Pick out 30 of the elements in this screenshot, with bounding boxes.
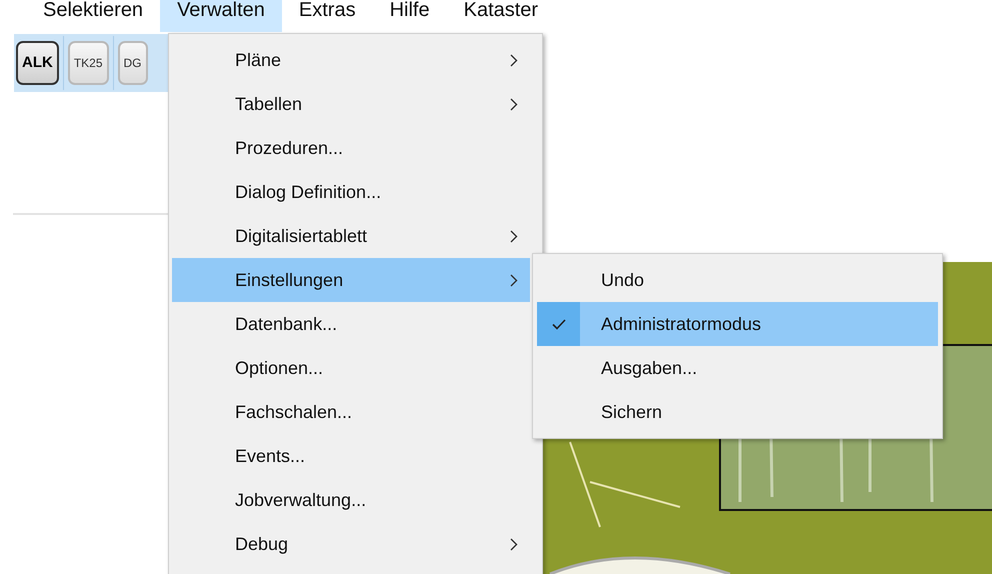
checkmark-icon — [552, 318, 566, 330]
menu-item[interactable]: Digitalisiertablett — [172, 214, 530, 258]
menu-item[interactable]: Prozeduren... — [172, 126, 530, 170]
submenu-item[interactable]: Ausgaben... — [537, 346, 938, 390]
menu-item[interactable]: Debug — [172, 522, 530, 566]
menu-item[interactable]: Dialog Definition... — [172, 170, 530, 214]
menu-item[interactable]: Optionen... — [172, 346, 530, 390]
chevron-right-icon — [510, 54, 518, 66]
menu-bar-item[interactable]: Verwalten — [160, 0, 282, 32]
menu-bar-item[interactable]: Hilfe — [372, 0, 447, 32]
menu-item[interactable]: Jobverwaltung... — [172, 478, 530, 522]
chevron-right-icon — [510, 538, 518, 550]
menu-bar-item[interactable]: Kataster — [446, 0, 556, 32]
menu-item[interactable]: Einstellungen — [172, 258, 530, 302]
menu-item[interactable]: Fachschalen... — [172, 390, 530, 434]
menu-bar-item[interactable]: Selektieren — [26, 0, 160, 32]
menu-item[interactable]: Tabellen — [172, 82, 530, 126]
map-layer-button[interactable]: TK25 — [68, 41, 109, 85]
menu-bar-item[interactable]: Extras — [282, 0, 373, 32]
menu-item[interactable]: Datenbank... — [172, 302, 530, 346]
submenu-item[interactable]: Undo — [537, 258, 938, 302]
submenu-item[interactable]: Administratormodus — [537, 302, 938, 346]
menu-item[interactable]: Pläne — [172, 38, 530, 82]
submenu-item[interactable]: Sichern — [537, 390, 938, 434]
chevron-right-icon — [510, 274, 518, 286]
menu-item[interactable]: Events... — [172, 434, 530, 478]
map-layer-button[interactable]: ALK — [16, 41, 59, 85]
chevron-right-icon — [510, 230, 518, 242]
map-layer-button[interactable]: DG — [118, 41, 148, 85]
chevron-right-icon — [510, 98, 518, 110]
